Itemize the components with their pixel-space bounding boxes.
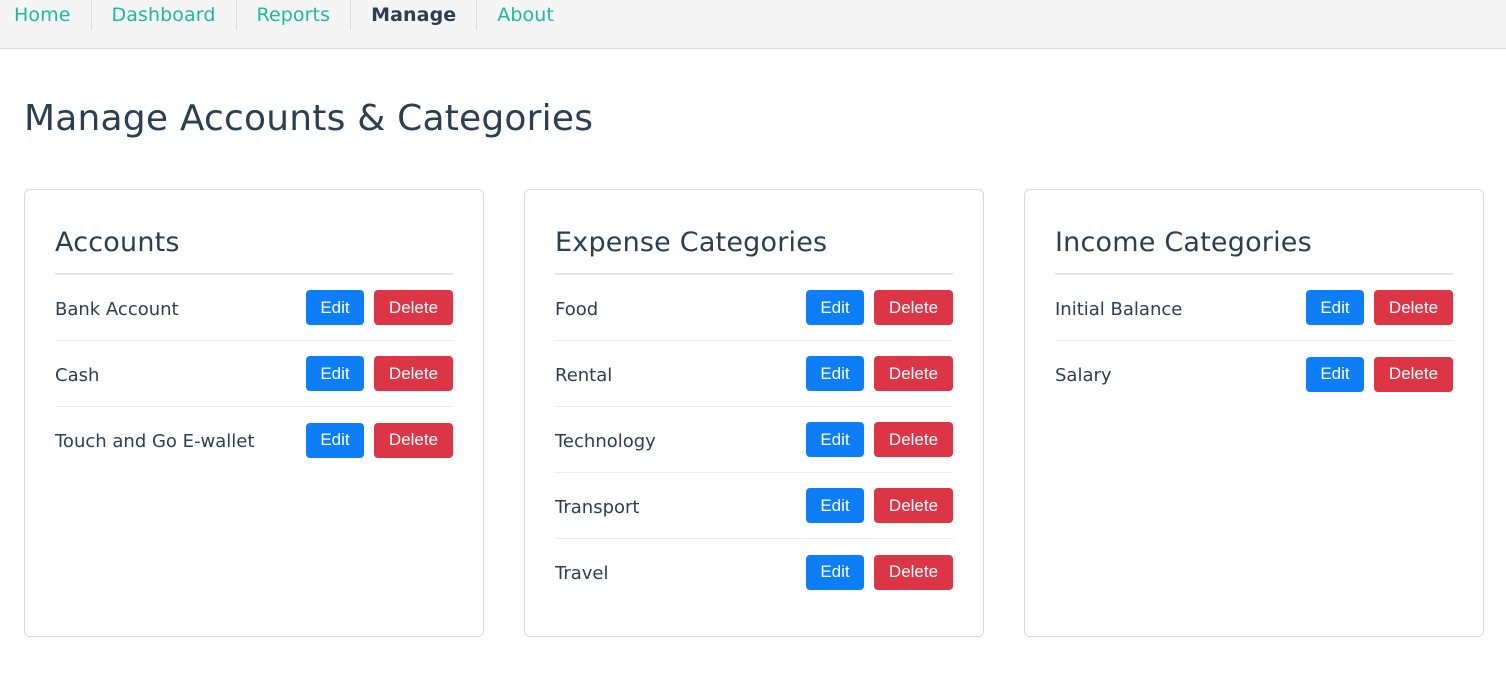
edit-button[interactable]: Edit bbox=[306, 290, 364, 325]
edit-button[interactable]: Edit bbox=[1306, 290, 1364, 325]
delete-button[interactable]: Delete bbox=[1374, 290, 1453, 325]
item-actions: Edit Delete bbox=[306, 422, 453, 458]
nav-link-manage[interactable]: Manage bbox=[351, 0, 478, 30]
item-actions: Edit Delete bbox=[1306, 290, 1453, 325]
item-actions: Edit Delete bbox=[806, 356, 953, 391]
delete-button[interactable]: Delete bbox=[374, 356, 453, 391]
nav-link-about[interactable]: About bbox=[477, 0, 574, 30]
edit-button[interactable]: Edit bbox=[806, 488, 864, 523]
page-title: Manage Accounts & Categories bbox=[24, 98, 594, 139]
item-actions: Edit Delete bbox=[806, 422, 953, 457]
edit-button[interactable]: Edit bbox=[806, 290, 864, 325]
item-actions: Edit Delete bbox=[806, 290, 953, 325]
edit-button[interactable]: Edit bbox=[806, 554, 864, 590]
card-title-accounts: Accounts bbox=[55, 227, 453, 275]
top-navbar: Home Dashboard Reports Manage About bbox=[0, 0, 1506, 49]
delete-button[interactable]: Delete bbox=[374, 422, 453, 458]
list-item: Cash Edit Delete bbox=[55, 341, 453, 407]
delete-button[interactable]: Delete bbox=[874, 290, 953, 325]
item-label: Salary bbox=[1055, 365, 1112, 386]
item-label: Rental bbox=[555, 364, 613, 386]
item-label: Bank Account bbox=[55, 298, 179, 320]
edit-button[interactable]: Edit bbox=[806, 356, 864, 391]
list-item: Transport Edit Delete bbox=[555, 473, 953, 539]
list-item: Technology Edit Delete bbox=[555, 407, 953, 473]
list-item: Touch and Go E-wallet Edit Delete bbox=[55, 407, 453, 473]
item-actions: Edit Delete bbox=[306, 356, 453, 391]
list-item: Travel Edit Delete bbox=[555, 539, 953, 605]
item-label: Food bbox=[555, 298, 599, 320]
nav-link-home[interactable]: Home bbox=[0, 0, 92, 30]
item-label: Travel bbox=[555, 563, 609, 584]
item-actions: Edit Delete bbox=[1306, 356, 1453, 392]
accounts-card: Accounts Bank Account Edit Delete Cash E… bbox=[24, 189, 484, 637]
list-item: Food Edit Delete bbox=[555, 275, 953, 341]
item-actions: Edit Delete bbox=[306, 290, 453, 325]
list-item: Initial Balance Edit Delete bbox=[1055, 275, 1453, 341]
delete-button[interactable]: Delete bbox=[874, 356, 953, 391]
item-actions: Edit Delete bbox=[806, 554, 953, 590]
nav-list: Home Dashboard Reports Manage About bbox=[0, 0, 1506, 30]
edit-button[interactable]: Edit bbox=[306, 422, 364, 458]
item-label: Cash bbox=[55, 364, 100, 386]
delete-button[interactable]: Delete bbox=[874, 488, 953, 523]
edit-button[interactable]: Edit bbox=[306, 356, 364, 391]
delete-button[interactable]: Delete bbox=[874, 422, 953, 457]
list-item: Bank Account Edit Delete bbox=[55, 275, 453, 341]
delete-button[interactable]: Delete bbox=[874, 554, 953, 590]
item-actions: Edit Delete bbox=[806, 488, 953, 523]
income-categories-card: Income Categories Initial Balance Edit D… bbox=[1024, 189, 1484, 637]
item-label: Transport bbox=[555, 496, 640, 518]
list-item: Salary Edit Delete bbox=[1055, 341, 1453, 407]
expense-categories-card: Expense Categories Food Edit Delete Rent… bbox=[524, 189, 984, 637]
card-title-income-categories: Income Categories bbox=[1055, 227, 1453, 275]
list-item: Rental Edit Delete bbox=[555, 341, 953, 407]
delete-button[interactable]: Delete bbox=[1374, 356, 1453, 392]
card-title-expense-categories: Expense Categories bbox=[555, 227, 953, 275]
nav-link-dashboard[interactable]: Dashboard bbox=[92, 0, 237, 30]
delete-button[interactable]: Delete bbox=[374, 290, 453, 325]
item-label: Touch and Go E-wallet bbox=[55, 431, 255, 452]
item-label: Technology bbox=[555, 430, 656, 452]
nav-link-reports[interactable]: Reports bbox=[237, 0, 352, 30]
edit-button[interactable]: Edit bbox=[806, 422, 864, 457]
item-label: Initial Balance bbox=[1055, 298, 1183, 320]
edit-button[interactable]: Edit bbox=[1306, 356, 1364, 392]
